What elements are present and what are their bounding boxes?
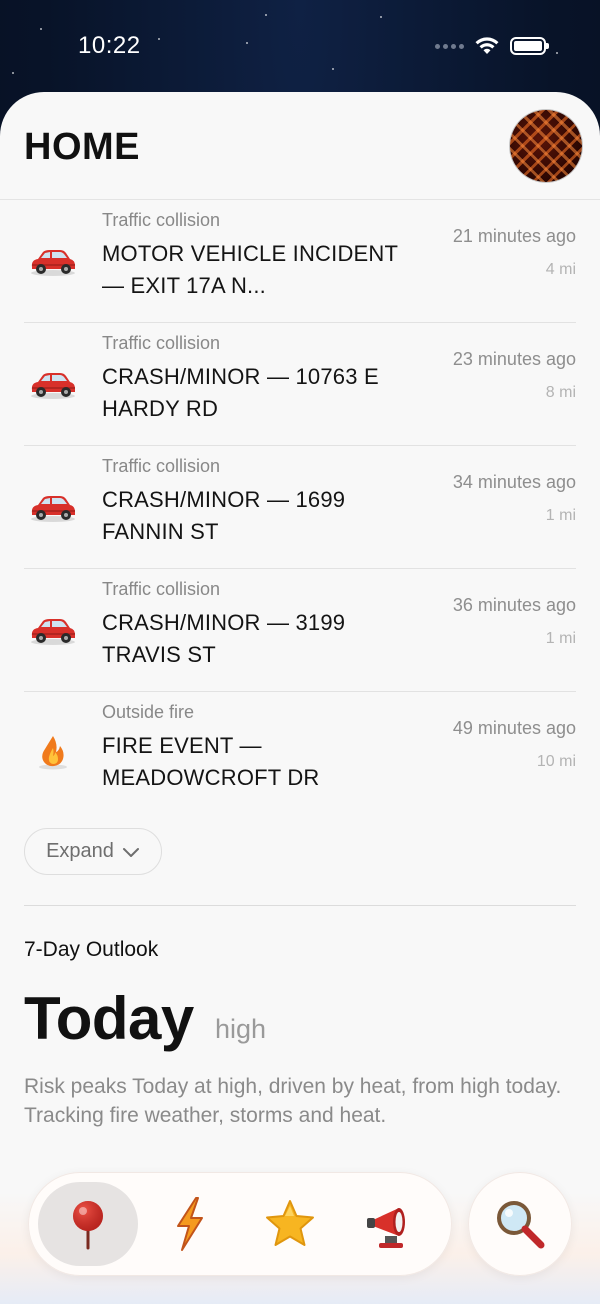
incident-category: Outside fire — [102, 702, 195, 722]
nav-item-favorites[interactable] — [240, 1182, 340, 1266]
header: HOME — [0, 92, 600, 200]
incident-title: MOTOR VEHICLE INCIDENT — EXIT 17A N... — [102, 241, 398, 298]
incident-row[interactable]: Traffic collision CRASH/MINOR — 3199 TRA… — [24, 569, 576, 692]
incident-time: 21 minutes ago — [452, 226, 576, 246]
incident-time: 34 minutes ago — [452, 472, 576, 492]
incident-title: CRASH/MINOR — 10763 E HARDY RD — [102, 364, 379, 421]
incident-distance: 1 mi — [545, 630, 576, 647]
status-bar: 10:22 — [0, 0, 600, 92]
outlook-risk-level: high — [215, 1014, 267, 1044]
incident-category: Traffic collision — [102, 456, 221, 476]
incident-category: Traffic collision — [102, 333, 221, 353]
home-sheet: HOME Traffic collision MOTOR VEHICLE INC… — [0, 92, 600, 1304]
incident-row[interactable]: Traffic collision CRASH/MINOR — 1699 FAN… — [24, 446, 576, 569]
nav-item-map[interactable] — [38, 1182, 138, 1266]
incident-distance: 4 mi — [545, 261, 576, 278]
page-title: HOME — [24, 126, 140, 168]
avatar[interactable] — [510, 110, 582, 182]
incident-category: Traffic collision — [102, 579, 221, 599]
battery-icon — [510, 37, 549, 55]
outlook-label: 7-Day Outlook — [24, 938, 159, 961]
expand-button[interactable]: Expand — [24, 828, 162, 875]
nav-item-alerts[interactable] — [140, 1182, 240, 1266]
incident-title: FIRE EVENT — MEADOWCROFT DR — [102, 733, 320, 790]
incident-time: 23 minutes ago — [452, 349, 576, 369]
incident-distance: 8 mi — [545, 384, 576, 401]
incident-time: 49 minutes ago — [452, 718, 576, 738]
incident-distance: 10 mi — [536, 753, 576, 770]
star-icon — [266, 1200, 314, 1246]
car-icon — [31, 373, 75, 399]
lightning-icon — [177, 1197, 203, 1251]
incident-list: Traffic collision MOTOR VEHICLE INCIDENT… — [24, 200, 576, 815]
expand-label: Expand — [46, 840, 114, 862]
section-divider — [24, 905, 576, 906]
app-screen: 10:22 HOME Traffic collision MOTOR VEHIC… — [0, 0, 600, 1304]
status-time: 10:22 — [78, 32, 141, 59]
nav-item-broadcast[interactable] — [342, 1182, 442, 1266]
wifi-icon — [475, 37, 499, 54]
incident-row[interactable]: Traffic collision CRASH/MINOR — 10763 E … — [24, 323, 576, 446]
status-icons — [435, 36, 549, 56]
car-icon — [31, 250, 75, 276]
magnifier-icon — [497, 1201, 545, 1249]
bottom-nav — [28, 1172, 452, 1276]
incident-title: CRASH/MINOR — 1699 FANNIN ST — [102, 487, 346, 544]
incident-title: CRASH/MINOR — 3199 TRAVIS ST — [102, 610, 346, 667]
car-icon — [31, 619, 75, 645]
car-icon — [31, 496, 75, 522]
incident-time: 36 minutes ago — [452, 595, 576, 615]
outlook-day: Today — [24, 985, 194, 1052]
search-button[interactable] — [468, 1172, 572, 1276]
map-pin-icon — [73, 1201, 103, 1250]
outlook-description: Risk peaks Today at high, driven by heat… — [24, 1075, 562, 1127]
cellular-signal-icon — [435, 43, 464, 49]
incident-distance: 1 mi — [545, 507, 576, 524]
incident-category: Traffic collision — [102, 210, 221, 230]
chevron-down-icon — [122, 847, 139, 857]
fire-icon — [39, 736, 67, 770]
incident-row[interactable]: Outside fire FIRE EVENT — MEADOWCROFT DR… — [24, 692, 576, 815]
incident-row[interactable]: Traffic collision MOTOR VEHICLE INCIDENT… — [24, 200, 576, 323]
siren-icon — [367, 1208, 405, 1248]
